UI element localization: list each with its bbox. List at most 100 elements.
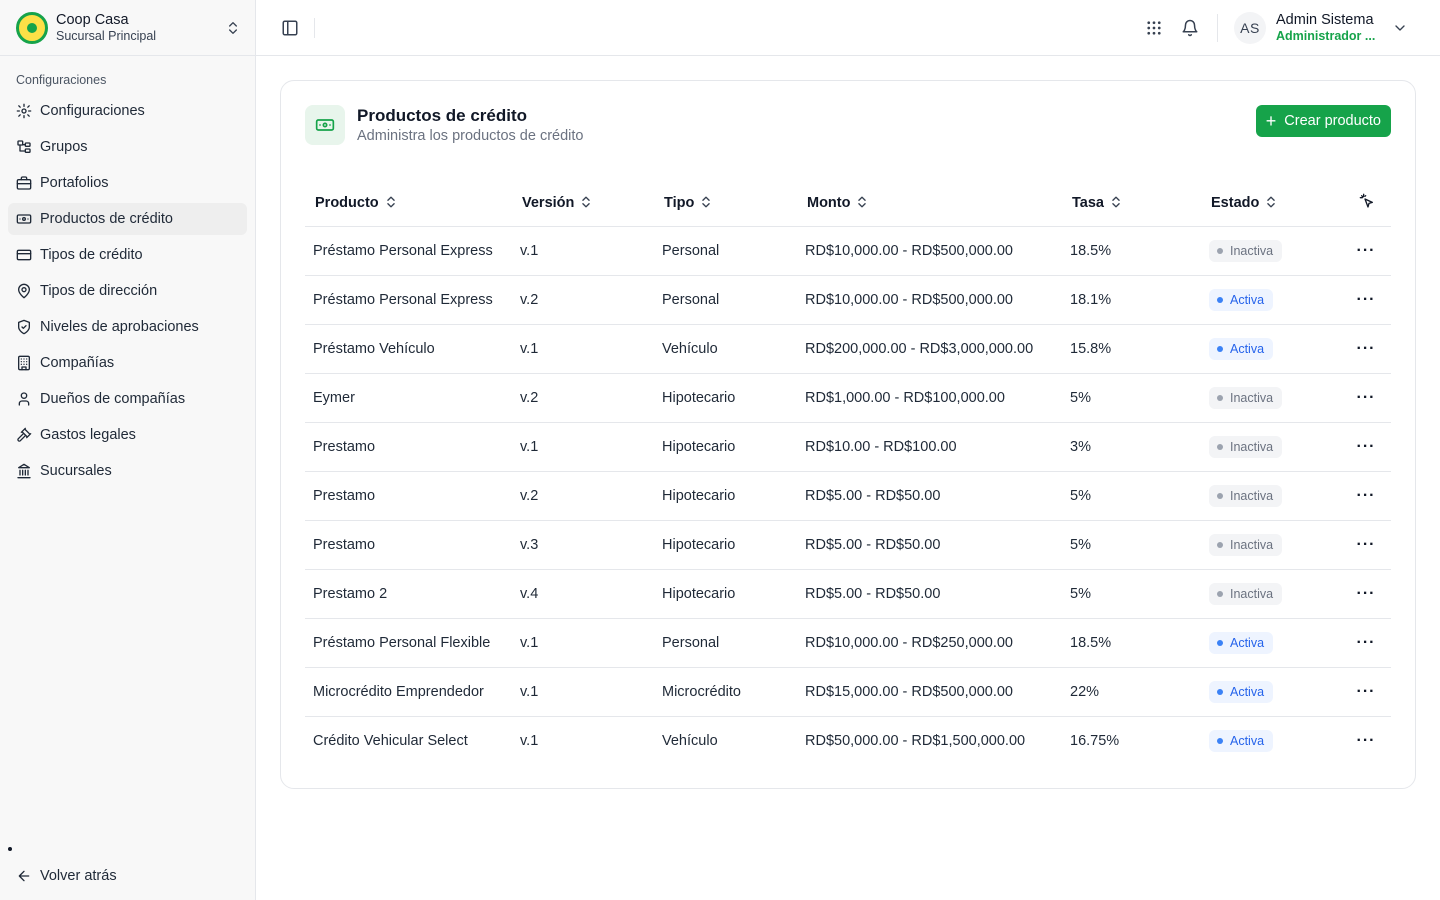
sidebar-item-tipos-de-direccion[interactable]: Tipos de dirección <box>8 275 247 307</box>
sidebar-item-label: Sucursales <box>40 463 112 479</box>
table-row[interactable]: Eymer v.2 Hipotecario RD$1,000.00 - RD$100,… <box>305 373 1391 423</box>
cell-producto: Préstamo Personal Express <box>305 275 512 325</box>
table-header-row: Producto Versión Tipo Monto Tasa Estado <box>305 181 1391 227</box>
status-label: Activa <box>1230 292 1265 307</box>
cell-version: v.2 <box>512 471 654 521</box>
column-header-version[interactable]: Versión <box>512 181 654 227</box>
table-row[interactable]: Prestamo v.2 Hipotecario RD$5.00 - RD$50.00… <box>305 471 1391 521</box>
sort-icon <box>858 196 867 208</box>
row-actions-icon[interactable]: ··· <box>1341 618 1391 668</box>
sidebar-item-grupos[interactable]: Grupos <box>8 131 247 163</box>
sort-icon <box>386 196 395 208</box>
sort-icon <box>702 196 711 208</box>
cell-estado: Activa <box>1201 324 1341 374</box>
grid-icon[interactable] <box>1145 19 1163 37</box>
table-row[interactable]: Préstamo Personal Express v.1 Personal RD$1… <box>305 226 1391 276</box>
back-link[interactable]: Volver atrás <box>8 860 248 892</box>
org-switcher[interactable]: Coop Casa Sucursal Principal <box>0 0 255 56</box>
cell-version: v.1 <box>520 732 539 749</box>
cell-monto: RD$10,000.00 - RD$250,000.00 <box>797 618 1062 668</box>
table-row[interactable]: Prestamo v.3 Hipotecario RD$5.00 - RD$50.00… <box>305 520 1391 570</box>
status-label: Activa <box>1230 341 1265 356</box>
sidebar-item-sucursales[interactable]: Sucursales <box>8 455 247 487</box>
cell-estado: Activa <box>1201 275 1341 325</box>
column-header-estado[interactable]: Estado <box>1201 181 1341 227</box>
cell-producto: Préstamo Vehículo <box>305 324 512 374</box>
column-settings[interactable] <box>1341 181 1391 227</box>
row-actions-icon[interactable]: ··· <box>1341 667 1391 717</box>
org-name: Coop Casa <box>56 11 129 28</box>
landmark-icon <box>17 463 31 479</box>
sidebar-item-niveles-de-aprobaciones[interactable]: Niveles de aprobaciones <box>8 311 247 343</box>
cell-tasa: 18.5% <box>1062 618 1201 668</box>
column-header-producto[interactable]: Producto <box>305 181 512 227</box>
row-actions-icon[interactable]: ··· <box>1341 373 1391 423</box>
cell-estado: Activa <box>1201 618 1341 668</box>
cell-tasa: 18.5% <box>1062 226 1201 276</box>
status-dot <box>1217 394 1223 401</box>
cell-version: v.2 <box>512 275 654 325</box>
cell-producto: Crédito Vehicular Select <box>313 732 468 749</box>
row-actions-icon[interactable]: ··· <box>1341 275 1391 325</box>
cell-monto: RD$10,000.00 - RD$500,000.00 <box>797 226 1062 276</box>
row-actions-icon[interactable]: ··· <box>1341 569 1391 619</box>
sidebar-item-gastos-legales[interactable]: Gastos legales <box>8 419 247 451</box>
row-actions-icon[interactable]: ··· <box>1341 226 1391 276</box>
credit-card-icon <box>16 249 32 261</box>
column-header-tipo[interactable]: Tipo <box>654 181 797 227</box>
sidebar-toggle-icon[interactable] <box>281 19 299 37</box>
status-badge: Inactiva <box>1209 239 1283 262</box>
row-actions-icon[interactable]: ··· <box>1341 422 1391 472</box>
chevrons-up-down-icon <box>229 21 237 34</box>
column-header-monto[interactable]: Monto <box>797 181 1062 227</box>
cell-monto: RD$5.00 - RD$50.00 <box>797 520 1062 570</box>
row-actions-icon[interactable]: ··· <box>1341 716 1391 765</box>
cell-tipo: Hipotecario <box>654 569 797 619</box>
cell-tipo: Hipotecario <box>654 520 797 570</box>
create-product-button[interactable]: + Crear producto <box>1255 105 1391 137</box>
table-row[interactable]: Crédito Vehicular Select v.1 Vehículo RD$50… <box>305 716 1391 765</box>
sidebar-item-configuraciones[interactable]: Configuraciones <box>8 95 247 127</box>
cell-producto: Prestamo <box>305 520 512 570</box>
status-dot <box>1217 247 1223 254</box>
sidebar-item-portafolios[interactable]: Portafolios <box>8 167 247 199</box>
cell-monto: RD$200,000.00 - RD$3,000,000.00 <box>797 324 1062 374</box>
bullet-dot <box>8 847 12 851</box>
money-icon <box>305 105 345 146</box>
status-dot <box>1217 296 1223 303</box>
sidebar-item-tipos-de-credito[interactable]: Tipos de crédito <box>8 239 247 271</box>
table-row[interactable]: Prestamo v.1 Hipotecario RD$10.00 - RD$100.… <box>305 422 1391 472</box>
row-actions-icon[interactable]: ··· <box>1341 324 1391 374</box>
sort-icon <box>1267 196 1276 208</box>
cell-version: v.2 <box>512 373 654 423</box>
status-label: Inactiva <box>1230 586 1274 601</box>
sidebar-item-label: Niveles de aprobaciones <box>40 319 199 335</box>
cell-monto: RD$5.00 - RD$50.00 <box>797 569 1062 619</box>
sidebar-item-label: Gastos legales <box>40 427 136 443</box>
products-table: Producto Versión Tipo Monto Tasa Estado … <box>305 181 1391 765</box>
user-icon <box>18 392 30 406</box>
cell-tipo: Personal <box>654 226 797 276</box>
sidebar-item-companias[interactable]: Compañías <box>8 347 247 379</box>
bell-icon[interactable] <box>1181 19 1199 37</box>
user-menu[interactable]: AS Admin Sistema Administrador ... <box>1234 11 1408 44</box>
cell-producto: Prestamo <box>305 471 512 521</box>
row-actions-icon[interactable]: ··· <box>1341 471 1391 521</box>
cell-version: v.1 <box>512 324 654 374</box>
cell-version: v.3 <box>512 520 654 570</box>
user-role: Administrador ... <box>1276 28 1376 43</box>
status-badge: Activa <box>1209 680 1274 703</box>
cell-monto: RD$50,000.00 - RD$1,500,000.00 <box>805 732 1026 749</box>
cell-tipo: Hipotecario <box>654 422 797 472</box>
table-row[interactable]: Préstamo Personal Express v.2 Personal RD$1… <box>305 275 1391 325</box>
sidebar-item-duenos-de-companias[interactable]: Dueños de compañías <box>8 383 247 415</box>
sidebar-item-productos-de-credito[interactable]: Productos de crédito <box>8 203 247 235</box>
cell-tasa: 16.75% <box>1070 732 1120 749</box>
table-row[interactable]: Microcrédito Emprendedor v.1 Microcrédito R… <box>305 667 1391 717</box>
table-row[interactable]: Prestamo 2 v.4 Hipotecario RD$5.00 - RD$50.… <box>305 569 1391 619</box>
table-row[interactable]: Préstamo Personal Flexible v.1 Personal RD$… <box>305 618 1391 668</box>
status-badge: Activa <box>1209 288 1274 311</box>
row-actions-icon[interactable]: ··· <box>1341 520 1391 570</box>
column-header-tasa[interactable]: Tasa <box>1062 181 1201 227</box>
table-row[interactable]: Préstamo Vehículo v.1 Vehículo RD$200,000.0… <box>305 324 1391 374</box>
